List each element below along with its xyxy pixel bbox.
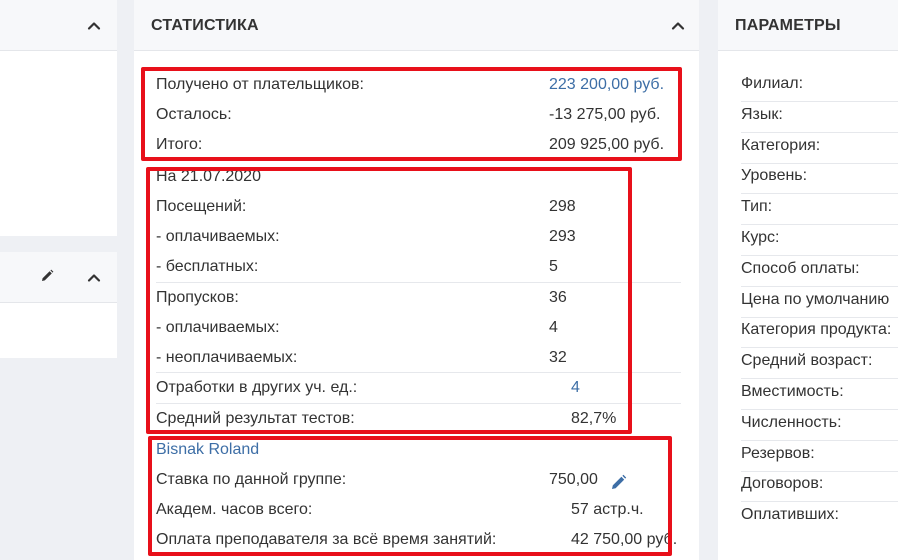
- divider: [741, 162, 898, 164]
- divider: [741, 439, 898, 441]
- teacher-name-link[interactable]: Bisnak Roland: [156, 435, 259, 465]
- row-label: Ставка по данной группе:: [156, 471, 347, 488]
- parameter-label: Договоров:: [741, 475, 824, 493]
- chevron-up-icon[interactable]: [86, 270, 102, 286]
- divider: [741, 224, 898, 226]
- row-value: 298: [549, 198, 576, 215]
- parameters-panel-header: ПАРАМЕТРЫ: [718, 0, 898, 51]
- row-label: - оплачиваемых:: [156, 319, 280, 336]
- statistics-title: СТАТИСТИКА: [151, 17, 259, 34]
- row-label: Посещений:: [156, 198, 247, 215]
- received-amount-link[interactable]: 223 200,00 руб.: [549, 70, 664, 100]
- parameter-label: Средний возраст:: [741, 352, 873, 370]
- row-label: Академ. часов всего:: [156, 501, 313, 518]
- divider: [741, 470, 898, 472]
- parameter-label: Курс:: [741, 229, 780, 246]
- row-value: 57 астр.ч.: [571, 501, 644, 518]
- makeup-count-link[interactable]: 4: [571, 373, 580, 403]
- row-label: Отработки в других уч. ед.:: [156, 379, 358, 396]
- parameter-label: Филиал:: [741, 75, 804, 92]
- row-value: 36: [549, 289, 567, 306]
- row-value: 42 750,00 руб.: [571, 531, 678, 548]
- statistics-panel: СТАТИСТИКА Получено от плательщиков: 223…: [134, 0, 699, 560]
- parameter-label: Язык:: [741, 105, 783, 123]
- parameter-label: Категория продукта:: [741, 321, 892, 339]
- divider: [741, 255, 898, 256]
- row-label: - бесплатных:: [156, 258, 259, 275]
- row-value: 209 925,00 руб.: [549, 136, 665, 153]
- chevron-up-icon[interactable]: [86, 18, 102, 34]
- left-panel-bottom: [0, 252, 117, 358]
- row-label: Средний результат тестов:: [156, 410, 355, 427]
- row-value: 32: [549, 349, 567, 366]
- row-label: Итого:: [156, 136, 203, 153]
- divider: [741, 501, 898, 503]
- row-label: - неоплачиваемых:: [156, 349, 298, 366]
- divider: [741, 101, 898, 102]
- statistics-panel-header: СТАТИСТИКА: [134, 0, 699, 51]
- chevron-up-icon[interactable]: [670, 18, 686, 34]
- left-panel-bottom-header: [0, 252, 117, 303]
- pencil-icon[interactable]: [40, 269, 54, 283]
- row-value: 82,7%: [571, 410, 617, 427]
- parameter-label: Способ оплаты:: [741, 259, 860, 277]
- divider: [741, 285, 898, 287]
- row-value: 5: [549, 258, 558, 275]
- row-label: Пропусков:: [156, 289, 239, 306]
- divider: [741, 193, 898, 195]
- parameter-label: Численность:: [741, 413, 842, 431]
- date-label: На 21.07.2020: [156, 168, 261, 185]
- row-label: Осталось:: [156, 106, 232, 123]
- row-value: 750,00: [549, 471, 598, 488]
- parameter-label: Оплативших:: [741, 506, 839, 524]
- parameter-label: Категория:: [741, 136, 821, 154]
- divider: [741, 378, 898, 380]
- divider: [741, 131, 898, 133]
- row-label: Получено от плательщиков:: [156, 76, 364, 93]
- parameter-label: Тип:: [741, 198, 773, 216]
- parameter-label: Цена по умолчанию: [741, 290, 890, 308]
- parameter-label: Уровень:: [741, 167, 808, 185]
- row-value: 293: [549, 228, 576, 245]
- row-label: Оплата преподавателя за всё время заняти…: [156, 531, 497, 548]
- row-value: -13 275,00 руб.: [549, 106, 661, 123]
- parameters-panel: ПАРАМЕТРЫ Филиал: Язык: Категория: Уровень:…: [718, 0, 898, 560]
- row-value: 4: [549, 319, 558, 336]
- divider: [741, 316, 898, 318]
- pencil-icon[interactable]: [610, 472, 627, 489]
- left-panel-top: [0, 0, 117, 236]
- divider: [741, 409, 898, 410]
- row-label: - оплачиваемых:: [156, 228, 280, 245]
- parameter-label: Вместимость:: [741, 383, 844, 400]
- divider: [741, 347, 898, 349]
- left-panel-top-header: [0, 0, 117, 51]
- parameters-title: ПАРАМЕТРЫ: [735, 17, 841, 34]
- parameter-label: Резервов:: [741, 444, 815, 462]
